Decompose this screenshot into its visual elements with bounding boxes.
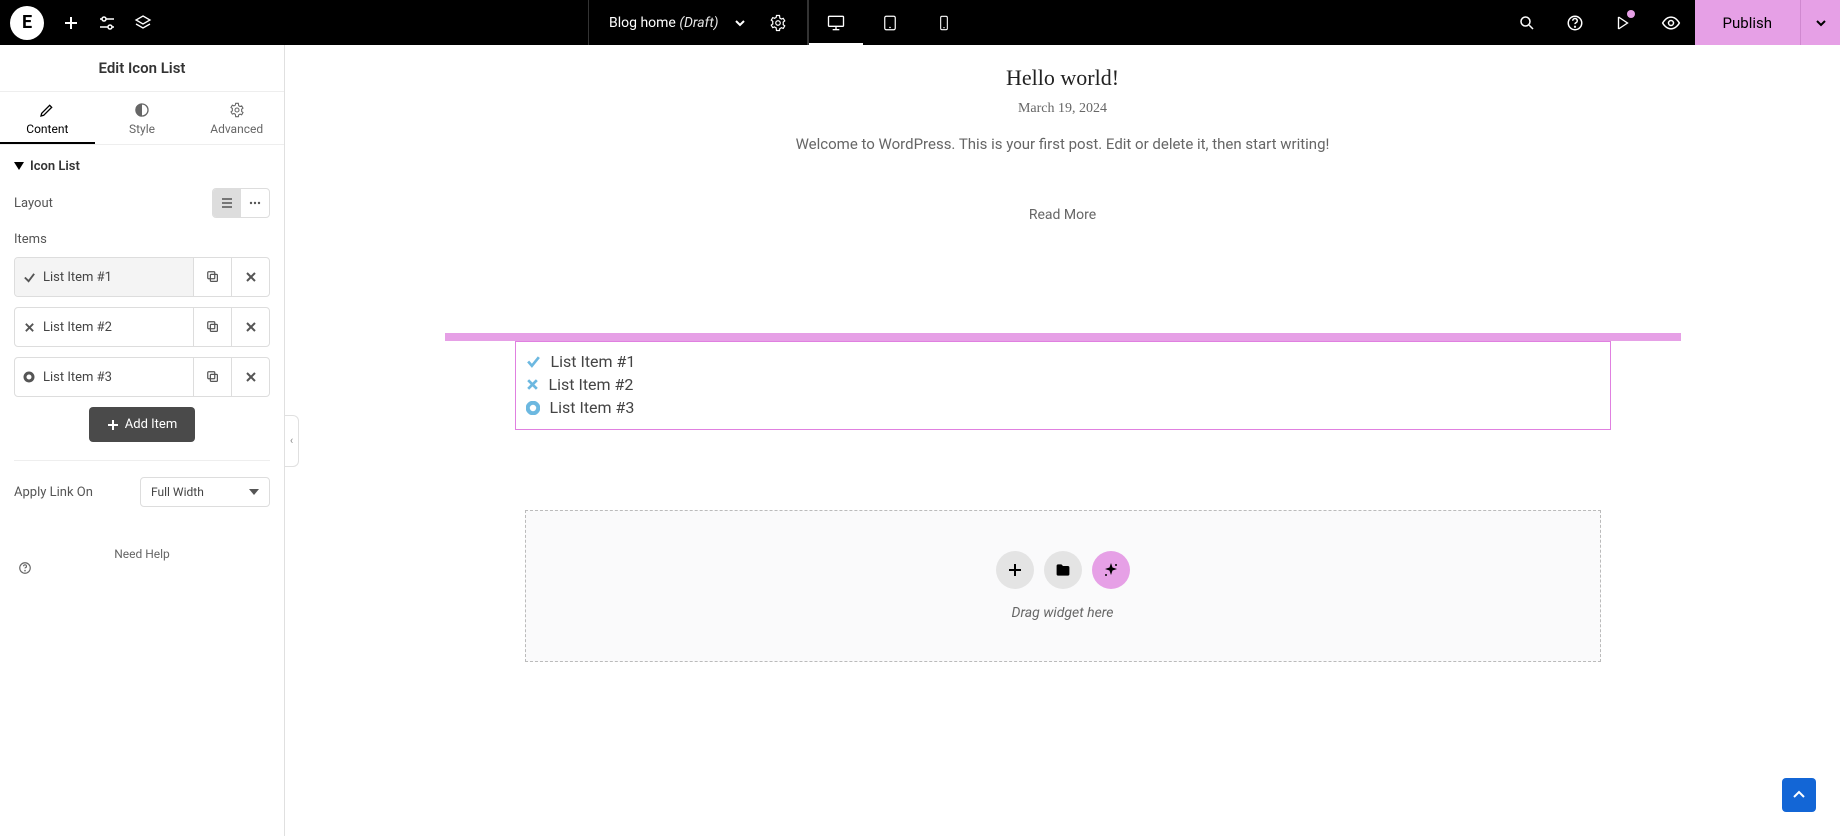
- section-toggle-icon-list[interactable]: Icon List: [14, 159, 270, 174]
- tab-content-label: Content: [26, 122, 68, 136]
- device-desktop-button[interactable]: [809, 0, 863, 45]
- top-bar: E Blog home (Draft): [0, 0, 1840, 45]
- main-layout: Edit Icon List Content Style Advanced Ic…: [0, 45, 1840, 836]
- gear-icon[interactable]: [769, 14, 787, 32]
- icon-list-item-text: List Item #3: [550, 398, 635, 417]
- help-icon[interactable]: [1551, 0, 1599, 45]
- tab-style[interactable]: Style: [95, 92, 190, 144]
- dot-icon: [526, 401, 540, 415]
- doc-title: Blog home (Draft): [609, 15, 719, 31]
- apply-link-label: Apply Link On: [14, 485, 93, 500]
- content-panel: Icon List Layout Items List It: [0, 145, 284, 836]
- post-title: Hello world!: [613, 65, 1513, 91]
- close-icon: [15, 308, 43, 346]
- notification-dot: [1627, 10, 1635, 18]
- post-excerpt: Welcome to WordPress. This is your first…: [613, 135, 1513, 153]
- icon-list-item: List Item #3: [526, 396, 1600, 419]
- layout-vertical-button[interactable]: [213, 189, 241, 217]
- icon-list-item-text: List Item #2: [549, 375, 634, 394]
- duplicate-item-button[interactable]: [193, 358, 231, 396]
- layout-row: Layout: [14, 188, 270, 218]
- list-item-label: List Item #1: [43, 258, 193, 296]
- collapse-sidebar-button[interactable]: ‹: [285, 415, 299, 467]
- search-icon[interactable]: [1503, 0, 1551, 45]
- settings-sliders-icon[interactable]: [98, 14, 116, 32]
- add-item-label: Add Item: [125, 417, 177, 432]
- need-help-link[interactable]: Need Help: [14, 547, 270, 575]
- duplicate-item-button[interactable]: [193, 308, 231, 346]
- apply-link-value: Full Width: [151, 485, 204, 499]
- preview-icon[interactable]: [1647, 0, 1695, 45]
- check-icon: [15, 258, 43, 296]
- apply-link-row: Apply Link On Full Width: [14, 477, 270, 507]
- remove-item-button[interactable]: [231, 308, 269, 346]
- icon-list-item-text: List Item #1: [551, 352, 636, 371]
- tab-style-label: Style: [129, 122, 155, 136]
- list-item-label: List Item #3: [43, 358, 193, 396]
- ai-widget-button[interactable]: [1092, 551, 1130, 589]
- doc-title-group: Blog home (Draft): [588, 0, 808, 45]
- tab-content[interactable]: Content: [0, 92, 95, 144]
- drop-zone-text: Drag widget here: [566, 605, 1560, 621]
- topbar-right: Publish: [1503, 0, 1840, 45]
- post-date: March 19, 2024: [613, 101, 1513, 117]
- layout-label: Layout: [14, 196, 53, 211]
- read-more-link[interactable]: Read More: [1029, 207, 1096, 223]
- drop-actions: [566, 551, 1560, 589]
- scroll-to-top-button[interactable]: [1782, 778, 1816, 812]
- tab-advanced-label: Advanced: [210, 122, 263, 136]
- chevron-down-icon[interactable]: [731, 14, 749, 32]
- list-item-row[interactable]: List Item #1: [14, 257, 270, 297]
- publish-options-button[interactable]: [1800, 0, 1840, 45]
- remove-item-button[interactable]: [231, 358, 269, 396]
- elementor-logo[interactable]: E: [10, 6, 44, 40]
- duplicate-item-button[interactable]: [193, 258, 231, 296]
- add-widget-button[interactable]: [996, 551, 1034, 589]
- publish-label: Publish: [1723, 14, 1772, 32]
- publish-button[interactable]: Publish: [1695, 0, 1800, 45]
- layout-more-button[interactable]: [241, 189, 269, 217]
- items-label: Items: [14, 232, 270, 247]
- editor-sidebar: Edit Icon List Content Style Advanced Ic…: [0, 45, 285, 836]
- doc-name: Blog home: [609, 15, 676, 31]
- post-preview: Hello world! March 19, 2024 Welcome to W…: [613, 65, 1513, 223]
- editor-canvas: Hello world! March 19, 2024 Welcome to W…: [285, 45, 1840, 836]
- check-icon: [526, 354, 541, 369]
- remove-item-button[interactable]: [231, 258, 269, 296]
- device-tablet-button[interactable]: [863, 0, 917, 45]
- list-item-row[interactable]: List Item #3: [14, 357, 270, 397]
- section-title-text: Icon List: [30, 159, 80, 174]
- icon-list-item: List Item #2: [526, 373, 1600, 396]
- list-item-label: List Item #2: [43, 308, 193, 346]
- icon-list: List Item #1 List Item #2 List Item #3: [526, 350, 1600, 419]
- layout-toggle: [212, 188, 270, 218]
- list-item-row[interactable]: List Item #2: [14, 307, 270, 347]
- icon-list-widget[interactable]: List Item #1 List Item #2 List Item #3: [515, 341, 1611, 430]
- icon-list-item: List Item #1: [526, 350, 1600, 373]
- divider: [14, 460, 270, 461]
- doc-status: (Draft): [679, 15, 718, 31]
- editor-tabs: Content Style Advanced: [0, 92, 284, 145]
- apply-link-select[interactable]: Full Width: [140, 477, 270, 507]
- insert-separator[interactable]: [445, 333, 1681, 341]
- close-icon: [526, 378, 539, 391]
- topbar-left: E: [0, 6, 588, 40]
- dot-icon: [15, 358, 43, 396]
- template-library-button[interactable]: [1044, 551, 1082, 589]
- device-switcher: [808, 0, 971, 45]
- sidebar-title: Edit Icon List: [0, 45, 284, 92]
- device-mobile-button[interactable]: [917, 0, 971, 45]
- need-help-label: Need Help: [114, 547, 170, 561]
- drop-zone[interactable]: Drag widget here: [525, 510, 1601, 662]
- tab-advanced[interactable]: Advanced: [189, 92, 284, 144]
- layers-icon[interactable]: [134, 14, 152, 32]
- add-element-icon[interactable]: [62, 14, 80, 32]
- add-item-button[interactable]: Add Item: [89, 407, 195, 442]
- notifications-icon[interactable]: [1599, 0, 1647, 45]
